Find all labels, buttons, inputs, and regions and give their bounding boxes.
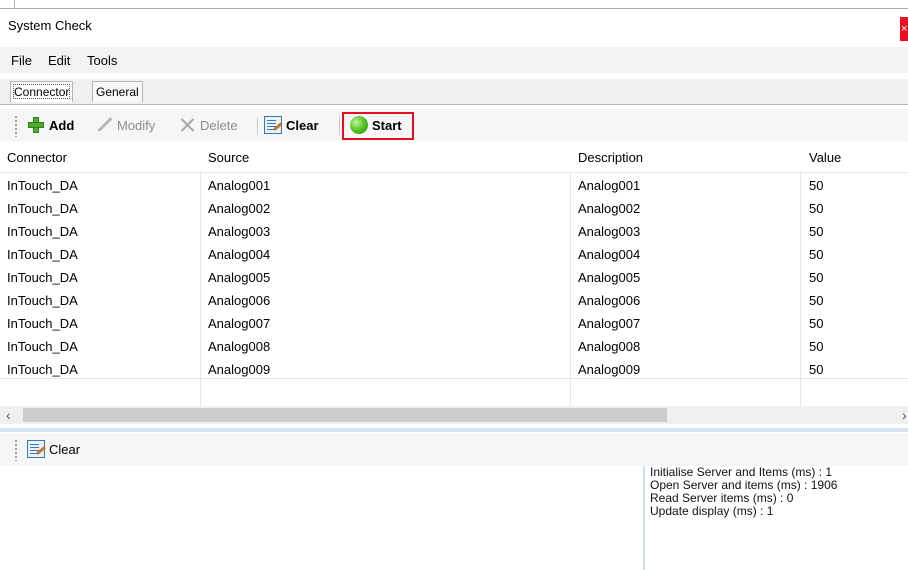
scroll-left-icon[interactable]: ‹ [6, 406, 11, 424]
delete-x-icon [178, 116, 196, 134]
cell-description: Analog005 [578, 270, 641, 285]
table-row[interactable]: InTouch_DA Analog003 Analog003 50 [0, 221, 908, 244]
cell-description: Analog008 [578, 339, 641, 354]
frame-corner-mark [0, 0, 15, 8]
cell-description: Analog002 [578, 201, 641, 216]
window-top-frame [0, 0, 908, 9]
tab-underline [0, 104, 908, 105]
cell-value: 50 [809, 362, 824, 377]
horizontal-scrollbar[interactable]: ‹ › [0, 406, 908, 424]
menu-bar: File Edit Tools [0, 47, 908, 73]
cell-description: Analog004 [578, 247, 641, 262]
toolbar-separator [257, 117, 259, 135]
cell-description: Analog003 [578, 224, 641, 239]
toolbar-grip[interactable] [15, 439, 17, 461]
table-row[interactable]: InTouch_DA Analog004 Analog004 50 [0, 244, 908, 267]
output-panel-left [0, 466, 645, 570]
cell-description: Analog009 [578, 362, 641, 377]
table-row[interactable]: InTouch_DA Analog007 Analog007 50 [0, 313, 908, 336]
cell-connector: InTouch_DA [7, 316, 78, 331]
grid-rows: InTouch_DA Analog001 Analog001 50 InTouc… [0, 175, 908, 382]
add-label: Add [49, 117, 75, 133]
delete-label: Delete [200, 117, 238, 133]
log-line: Update display (ms) : 1 [650, 504, 774, 518]
cell-value: 50 [809, 339, 824, 354]
cell-value: 50 [809, 247, 824, 262]
add-button[interactable]: Add [27, 113, 74, 137]
cell-connector: InTouch_DA [7, 178, 78, 193]
cell-source: Analog001 [208, 178, 271, 193]
cell-value: 50 [809, 201, 824, 216]
table-row[interactable]: InTouch_DA Analog006 Analog006 50 [0, 290, 908, 313]
cell-connector: InTouch_DA [7, 293, 78, 308]
column-header-value[interactable]: Value [809, 150, 841, 165]
cell-connector: InTouch_DA [7, 339, 78, 354]
scroll-right-icon[interactable]: › [902, 406, 908, 424]
cell-source: Analog008 [208, 339, 271, 354]
pencil-icon [95, 116, 113, 134]
panel-splitter[interactable] [0, 428, 908, 432]
clear-icon [264, 116, 282, 134]
scrollbar-thumb[interactable] [23, 408, 667, 422]
clear-label: Clear [286, 117, 319, 133]
log-toolbar: Clear [0, 433, 908, 466]
connector-grid: Connector Source Description Value InTou… [0, 143, 908, 408]
plus-icon [27, 116, 45, 134]
timing-log-panel: Initialise Server and Items (ms) : 1 Ope… [645, 466, 908, 570]
grid-header: Connector Source Description Value [0, 143, 908, 173]
grid-row-divider [0, 378, 908, 379]
start-highlight-box [342, 112, 414, 140]
delete-button[interactable]: Delete [178, 113, 238, 137]
column-header-source[interactable]: Source [208, 150, 249, 165]
table-row[interactable]: InTouch_DA Analog008 Analog008 50 [0, 336, 908, 359]
table-row[interactable]: InTouch_DA Analog005 Analog005 50 [0, 267, 908, 290]
cell-description: Analog001 [578, 178, 641, 193]
cell-description: Analog006 [578, 293, 641, 308]
cell-source: Analog005 [208, 270, 271, 285]
timing-log: Initialise Server and Items (ms) : 1 Ope… [650, 466, 837, 518]
toolbar-separator-2 [339, 117, 341, 135]
cell-description: Analog007 [578, 316, 641, 331]
cell-source: Analog006 [208, 293, 271, 308]
cell-source: Analog004 [208, 247, 271, 262]
modify-label: Modify [117, 117, 156, 133]
title-bar: System Check × [0, 9, 908, 41]
cell-value: 50 [809, 293, 824, 308]
cell-connector: InTouch_DA [7, 270, 78, 285]
clear-button[interactable]: Clear [264, 113, 319, 137]
cell-value: 50 [809, 224, 824, 239]
menu-edit[interactable]: Edit [48, 53, 70, 68]
cell-source: Analog003 [208, 224, 271, 239]
tab-strip: Connector General [0, 79, 908, 105]
column-header-connector[interactable]: Connector [7, 150, 67, 165]
cell-source: Analog002 [208, 201, 271, 216]
cell-value: 50 [809, 316, 824, 331]
tab-general[interactable]: General [92, 81, 143, 102]
cell-connector: InTouch_DA [7, 247, 78, 262]
menu-file[interactable]: File [11, 53, 32, 68]
menu-tools[interactable]: Tools [87, 53, 117, 68]
cell-source: Analog009 [208, 362, 271, 377]
cell-value: 50 [809, 178, 824, 193]
cell-value: 50 [809, 270, 824, 285]
close-button[interactable]: × [900, 17, 908, 41]
clear-icon [27, 440, 45, 458]
cell-connector: InTouch_DA [7, 362, 78, 377]
cell-connector: InTouch_DA [7, 201, 78, 216]
toolbar-grip[interactable] [15, 115, 17, 137]
tab-connector[interactable]: Connector [10, 81, 74, 102]
column-header-description[interactable]: Description [578, 150, 643, 165]
log-clear-button[interactable]: Clear [27, 437, 80, 461]
log-clear-label: Clear [49, 441, 81, 457]
table-row[interactable]: InTouch_DA Analog002 Analog002 50 [0, 198, 908, 221]
system-check-window: System Check × File Edit Tools Connector… [0, 0, 908, 570]
table-row[interactable]: InTouch_DA Analog001 Analog001 50 [0, 175, 908, 198]
modify-button[interactable]: Modify [95, 113, 155, 137]
main-toolbar: Add Modify Delete Clear Start [0, 109, 908, 141]
window-title: System Check [8, 18, 92, 33]
cell-connector: InTouch_DA [7, 224, 78, 239]
cell-source: Analog007 [208, 316, 271, 331]
